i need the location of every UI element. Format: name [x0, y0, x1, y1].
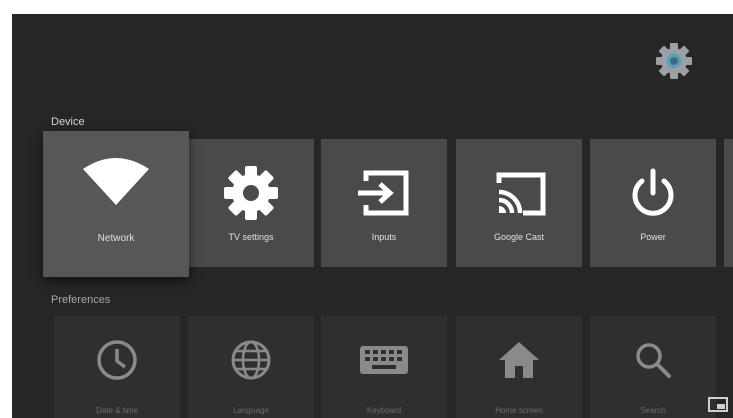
search-icon	[590, 336, 716, 384]
tile-label: Date & time	[96, 406, 138, 415]
tv-settings-screen: Device Network TV settings Inputs Google…	[12, 14, 733, 418]
wifi-icon	[81, 157, 151, 207]
input-icon	[321, 161, 447, 225]
picture-in-picture-icon[interactable]	[703, 394, 733, 418]
gear-icon	[188, 161, 314, 225]
section-title-device: Device	[51, 116, 85, 128]
cast-icon	[456, 161, 582, 225]
tile-language[interactable]: Language	[188, 316, 314, 418]
tile-label: TV settings	[228, 232, 274, 242]
tile-label: Language	[233, 406, 269, 415]
tile-search[interactable]: Search	[590, 316, 716, 418]
power-icon	[590, 161, 716, 225]
tile-keyboard[interactable]: Keyboard	[321, 316, 447, 418]
tile-google-cast[interactable]: Google Cast	[456, 139, 582, 267]
tile-label: Search	[640, 406, 666, 415]
keyboard-icon	[321, 336, 447, 384]
tile-label: Google Cast	[493, 232, 545, 242]
tile-label: Home screen	[495, 406, 543, 415]
tile-inputs[interactable]: Inputs	[321, 139, 447, 267]
tile-label: Inputs	[371, 232, 397, 242]
globe-icon	[188, 336, 314, 384]
tile-home-screen[interactable]: Home screen	[456, 316, 582, 418]
tile-tv-settings[interactable]: TV settings	[188, 139, 314, 267]
section-title-preferences: Preferences	[51, 294, 111, 306]
tile-date-time[interactable]: Date & time	[54, 316, 180, 418]
tile-label: Power	[640, 232, 666, 242]
tile-label: Network	[97, 233, 135, 244]
tile-power[interactable]: Power	[590, 139, 716, 267]
tile-label: Keyboard	[366, 406, 402, 415]
settings-gear-icon[interactable]	[652, 39, 696, 83]
tile-partial[interactable]	[724, 139, 733, 267]
home-icon	[456, 336, 582, 384]
tile-network[interactable]: Network	[43, 131, 189, 277]
clock-icon	[54, 336, 180, 384]
